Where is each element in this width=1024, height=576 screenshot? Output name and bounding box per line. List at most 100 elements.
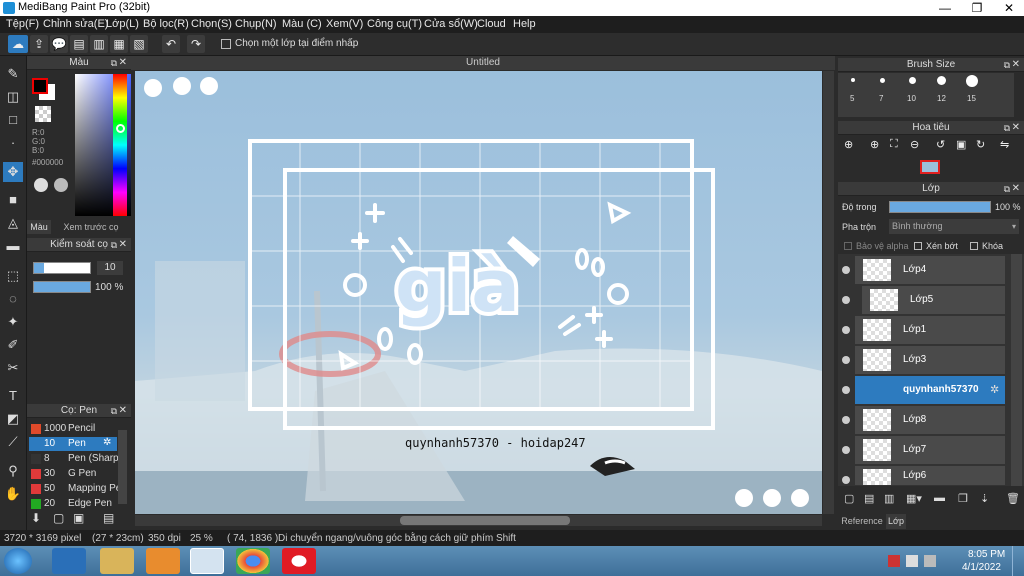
popout-icon[interactable]: ⧉ xyxy=(111,56,117,70)
lock-checkbox[interactable] xyxy=(970,242,978,250)
eye-icon[interactable] xyxy=(842,476,850,484)
gradient-tool-icon[interactable]: ▬ xyxy=(3,236,23,256)
menu-window[interactable]: Cửa sổ(W) xyxy=(424,18,478,30)
rotate-right-icon[interactable]: ↻ xyxy=(976,138,985,151)
menu-help[interactable]: Help xyxy=(513,18,536,30)
brush-item[interactable]: 30 G Pen xyxy=(29,467,117,481)
eye-icon[interactable] xyxy=(842,356,850,364)
eye-icon[interactable] xyxy=(842,386,850,394)
cloud-icon[interactable]: ☁ xyxy=(8,35,28,53)
palette-add-icon[interactable] xyxy=(54,178,68,192)
canvas-horizontal-scrollbar[interactable] xyxy=(135,515,822,526)
rotate-left-icon[interactable]: ↺ xyxy=(936,138,945,151)
tab-layer[interactable]: Lớp xyxy=(886,514,906,529)
layer-row[interactable]: Lớp5 xyxy=(862,286,1005,315)
size-dot[interactable] xyxy=(909,77,916,84)
start-button-icon[interactable] xyxy=(4,548,32,574)
new-8bit-layer-icon[interactable]: ▥ xyxy=(884,492,894,505)
transparent-swatch[interactable] xyxy=(35,106,51,122)
copy-brush-icon[interactable]: ▤ xyxy=(103,511,114,525)
layer-row[interactable]: Lớp6 xyxy=(855,466,1005,486)
dot-tool-icon[interactable]: · xyxy=(3,133,23,153)
brush-size-slider[interactable] xyxy=(33,262,91,274)
select-rect-tool-icon[interactable]: ⬚ xyxy=(3,266,23,286)
fit-icon[interactable]: ⛶ xyxy=(890,138,898,151)
menu-view[interactable]: Xem(V) xyxy=(326,18,363,30)
hue-handle[interactable] xyxy=(116,124,125,133)
minimize-button[interactable]: — xyxy=(930,0,960,16)
medibang-taskbar-icon[interactable] xyxy=(190,548,224,574)
size-dot[interactable] xyxy=(937,76,946,85)
eye-icon[interactable] xyxy=(842,416,850,424)
menu-select[interactable]: Chọn(S) xyxy=(191,18,232,30)
chrome-icon[interactable] xyxy=(236,548,270,574)
layer-row[interactable]: Lớp7 xyxy=(855,436,1005,465)
blend-mode-select[interactable]: Bình thường ▾ xyxy=(889,219,1019,234)
color-field[interactable] xyxy=(75,74,137,216)
new-layer-menu-icon[interactable]: ▦▾ xyxy=(906,492,922,505)
duplicate-layer-icon[interactable]: ❐ xyxy=(958,492,968,505)
rectangle-tool-icon[interactable]: □ xyxy=(3,110,23,130)
foreground-color-swatch[interactable] xyxy=(32,78,48,94)
tab-color[interactable]: Màu xyxy=(27,220,51,234)
menu-color[interactable]: Màu (C) xyxy=(282,18,322,30)
brush-item-selected[interactable]: 10 Pen ✲ xyxy=(29,437,117,451)
undo-icon[interactable]: ↶ xyxy=(162,35,180,53)
close-icon[interactable]: ✕ xyxy=(119,56,127,70)
trash-icon[interactable]: 🗑 xyxy=(1006,492,1020,505)
palette-icon[interactable] xyxy=(34,178,48,192)
navigator-thumbnail[interactable] xyxy=(920,160,940,174)
merge-layer-icon[interactable]: ⇣ xyxy=(980,492,989,505)
divide-tool-icon[interactable]: ⟋ xyxy=(3,432,23,452)
file-explorer-icon[interactable] xyxy=(100,548,134,574)
size-dot[interactable] xyxy=(851,78,855,82)
menu-tools[interactable]: Công cụ(T) xyxy=(367,18,422,30)
brush-size-value[interactable]: 10 xyxy=(97,261,123,275)
layer-row[interactable]: Lớp1 xyxy=(855,316,1005,345)
new-halftone-layer-icon[interactable]: ▤ xyxy=(864,492,874,505)
gear-icon[interactable]: ✲ xyxy=(103,437,111,448)
share-icon[interactable]: ⇪ xyxy=(30,35,48,53)
reset-icon[interactable]: ▣ xyxy=(956,138,966,151)
eyedropper-icon[interactable]: ⚲ xyxy=(3,461,23,481)
layer-list-scrollbar[interactable] xyxy=(1011,254,1022,486)
close-icon[interactable]: ✕ xyxy=(119,238,127,252)
hand-tool-icon[interactable]: ✋ xyxy=(3,484,23,504)
popout-icon[interactable]: ⧉ xyxy=(111,238,117,252)
brush-item[interactable]: 20 Edge Pen xyxy=(29,497,117,511)
popout-icon[interactable]: ⧉ xyxy=(1004,121,1010,135)
bucket-tool-icon[interactable]: ◬ xyxy=(3,213,23,233)
close-icon[interactable]: ✕ xyxy=(119,404,127,418)
select-layer-checkbox[interactable] xyxy=(221,39,231,49)
scroll-thumb[interactable] xyxy=(400,516,570,525)
brush-item[interactable]: 1000 Pencil xyxy=(29,422,117,436)
menu-edit[interactable]: Chỉnh sửa(E) xyxy=(43,18,108,30)
folder-icon[interactable]: ▬ xyxy=(934,492,945,504)
operation-tool-icon[interactable]: ◩ xyxy=(3,409,23,429)
artwork-canvas[interactable]: già quynhanh57370 - hoidap247 xyxy=(135,71,822,514)
zoom-icon[interactable]: ⊕ xyxy=(844,138,853,151)
layer-row[interactable]: Lớp8 xyxy=(855,406,1005,435)
tab-brush-preview[interactable]: Xem trước cọ xyxy=(52,220,130,234)
eye-icon[interactable] xyxy=(842,446,850,454)
menu-layer[interactable]: Lớp(L) xyxy=(106,18,139,30)
menu-file[interactable]: Tệp(F) xyxy=(6,18,39,30)
zoom-out-icon[interactable]: ⊖ xyxy=(910,138,919,151)
menu-cloud[interactable]: Cloud xyxy=(477,18,506,30)
zoom-in-icon[interactable]: ⊕ xyxy=(870,138,879,151)
eye-icon[interactable] xyxy=(842,326,850,334)
canvas-vertical-scrollbar[interactable] xyxy=(823,71,834,514)
fill-rect-tool-icon[interactable]: ■ xyxy=(3,190,23,210)
popout-icon[interactable]: ⧉ xyxy=(111,404,117,418)
eye-icon[interactable] xyxy=(842,296,850,304)
menu-filter[interactable]: Bộ lọc(R) xyxy=(143,18,189,30)
layer-row[interactable]: Lớp4 xyxy=(855,256,1005,285)
brush-item[interactable]: 50 Mapping Pen xyxy=(29,482,118,496)
flag-icon[interactable] xyxy=(906,555,918,567)
maximize-button[interactable]: ❐ xyxy=(962,0,992,16)
close-icon[interactable]: ✕ xyxy=(1012,121,1020,135)
brush-item[interactable]: 8 Pen (Sharp) xyxy=(29,452,118,466)
tab-reference[interactable]: Reference xyxy=(838,514,886,529)
size-dot[interactable] xyxy=(966,75,978,87)
new-layer-icon[interactable]: ▢ xyxy=(844,492,854,505)
